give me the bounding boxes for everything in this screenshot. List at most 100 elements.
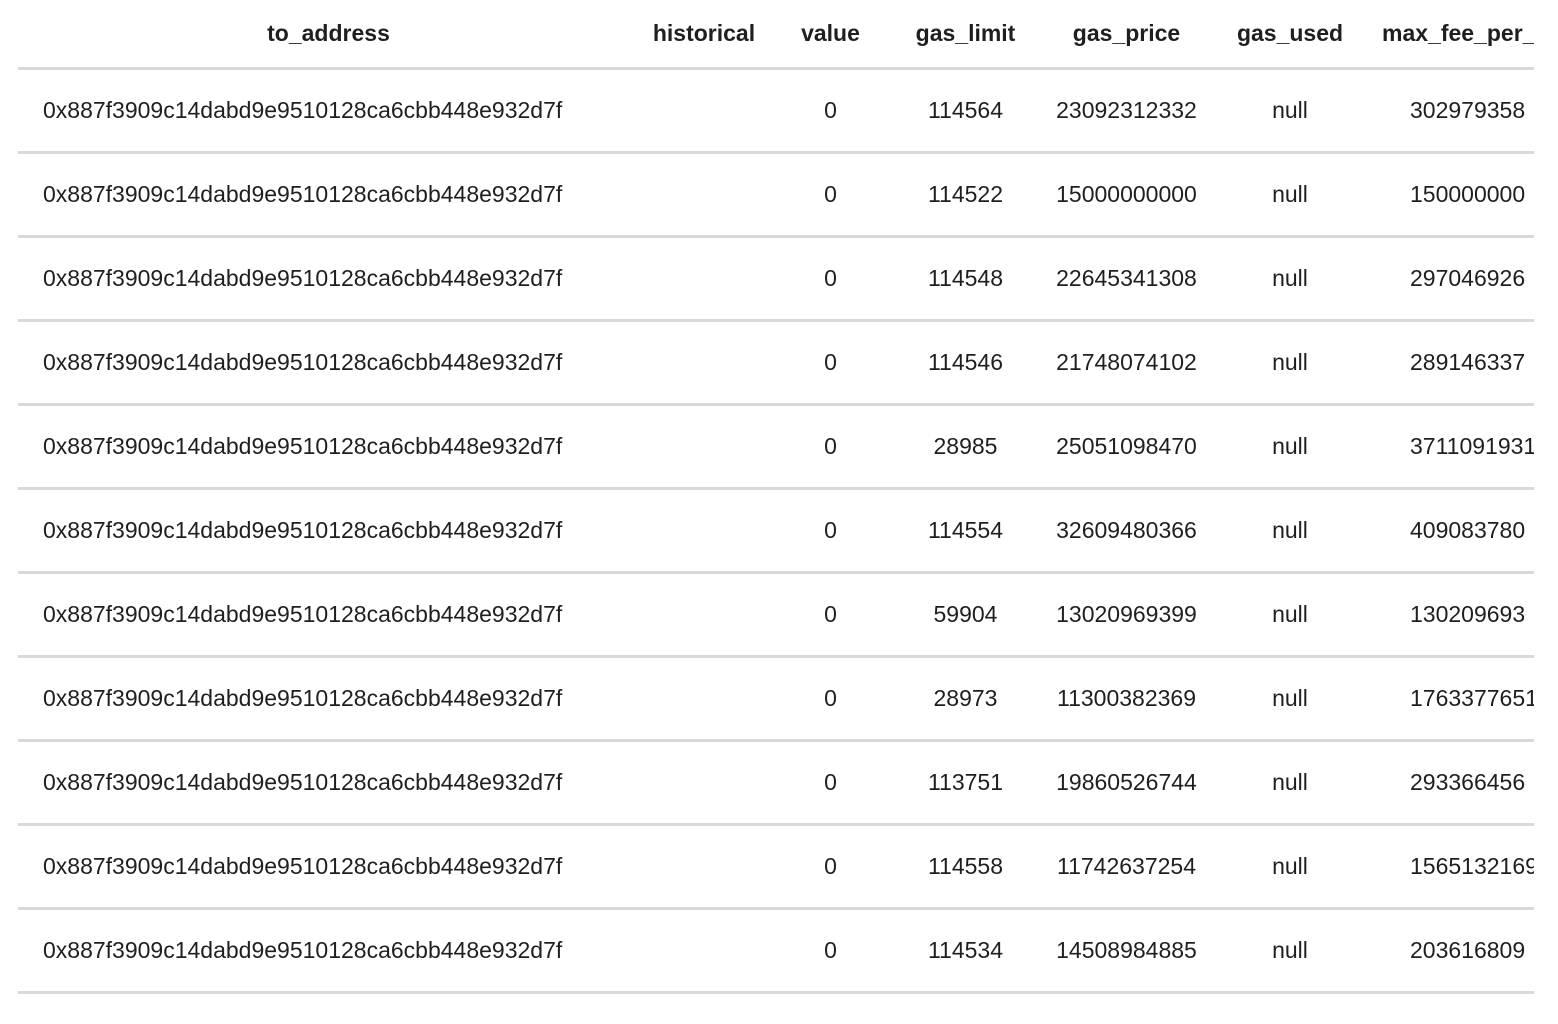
column-header-historical[interactable]: historical [639, 0, 769, 70]
cell-gas-limit: 113751 [892, 740, 1039, 826]
cell-gas-price: 15000000000 [1039, 152, 1214, 238]
cell-gas-price: 21748074102 [1039, 320, 1214, 406]
cell-gas-used: null [1214, 68, 1366, 154]
cell-to-address: 0x887f3909c14dabd9e9510128ca6cbb448e932d… [18, 572, 639, 658]
cell-gas-price: 23092312332 [1039, 68, 1214, 154]
table-row[interactable]: 0x887f3909c14dabd9e9510128ca6cbb448e932d… [18, 68, 1534, 154]
cell-value: 0 [769, 740, 892, 826]
cell-gas-limit: 114554 [892, 488, 1039, 574]
cell-max-fee-per: 1565132169 [1366, 824, 1534, 910]
cell-value: 0 [769, 320, 892, 406]
cell-historical [639, 404, 769, 490]
cell-gas-limit: 28985 [892, 404, 1039, 490]
cell-max-fee-per: 297046926 [1366, 236, 1534, 322]
cell-to-address: 0x887f3909c14dabd9e9510128ca6cbb448e932d… [18, 404, 639, 490]
cell-value: 0 [769, 656, 892, 742]
column-header-value[interactable]: value [769, 0, 892, 70]
cell-gas-price: 11300382369 [1039, 656, 1214, 742]
cell-to-address: 0x887f3909c14dabd9e9510128ca6cbb448e932d… [18, 656, 639, 742]
cell-to-address: 0x887f3909c14dabd9e9510128ca6cbb448e932d… [18, 740, 639, 826]
cell-gas-used: null [1214, 572, 1366, 658]
cell-value: 0 [769, 68, 892, 154]
cell-gas-used: null [1214, 152, 1366, 238]
cell-max-fee-per: 409083780 [1366, 488, 1534, 574]
cell-gas-used: null [1214, 824, 1366, 910]
cell-historical [639, 656, 769, 742]
column-header-gas-price[interactable]: gas_price [1039, 0, 1214, 70]
table-row[interactable]: 0x887f3909c14dabd9e9510128ca6cbb448e932d… [18, 488, 1534, 574]
table-body: 0x887f3909c14dabd9e9510128ca6cbb448e932d… [18, 68, 1534, 994]
cell-gas-limit: 114564 [892, 68, 1039, 154]
cell-gas-price: 19860526744 [1039, 740, 1214, 826]
cell-gas-limit: 114546 [892, 320, 1039, 406]
cell-gas-used: null [1214, 236, 1366, 322]
cell-gas-price: 22645341308 [1039, 236, 1214, 322]
table-row[interactable]: 0x887f3909c14dabd9e9510128ca6cbb448e932d… [18, 824, 1534, 910]
cell-value: 0 [769, 404, 892, 490]
cell-historical [639, 488, 769, 574]
cell-value: 0 [769, 236, 892, 322]
cell-max-fee-per: 203616809 [1366, 908, 1534, 994]
cell-gas-used: null [1214, 320, 1366, 406]
table-header: to_address historical value gas_limit ga… [18, 0, 1534, 70]
cell-max-fee-per: 3711091931 [1366, 404, 1534, 490]
data-table-viewport[interactable]: to_address historical value gas_limit ga… [18, 0, 1534, 1010]
cell-gas-used: null [1214, 404, 1366, 490]
table-row[interactable]: 0x887f3909c14dabd9e9510128ca6cbb448e932d… [18, 656, 1534, 742]
table-row[interactable]: 0x887f3909c14dabd9e9510128ca6cbb448e932d… [18, 236, 1534, 322]
cell-max-fee-per: 293366456 [1366, 740, 1534, 826]
cell-gas-price: 14508984885 [1039, 908, 1214, 994]
cell-gas-price: 25051098470 [1039, 404, 1214, 490]
table-row[interactable]: 0x887f3909c14dabd9e9510128ca6cbb448e932d… [18, 152, 1534, 238]
cell-gas-price: 32609480366 [1039, 488, 1214, 574]
column-header-to-address[interactable]: to_address [18, 0, 639, 70]
header-row: to_address historical value gas_limit ga… [18, 0, 1534, 70]
cell-gas-used: null [1214, 656, 1366, 742]
cell-max-fee-per: 1763377651 [1366, 656, 1534, 742]
cell-gas-limit: 114534 [892, 908, 1039, 994]
cell-historical [639, 152, 769, 238]
cell-historical [639, 320, 769, 406]
table-row[interactable]: 0x887f3909c14dabd9e9510128ca6cbb448e932d… [18, 740, 1534, 826]
table-row[interactable]: 0x887f3909c14dabd9e9510128ca6cbb448e932d… [18, 572, 1534, 658]
cell-historical [639, 68, 769, 154]
cell-to-address: 0x887f3909c14dabd9e9510128ca6cbb448e932d… [18, 236, 639, 322]
cell-to-address: 0x887f3909c14dabd9e9510128ca6cbb448e932d… [18, 488, 639, 574]
cell-to-address: 0x887f3909c14dabd9e9510128ca6cbb448e932d… [18, 68, 639, 154]
table-row[interactable]: 0x887f3909c14dabd9e9510128ca6cbb448e932d… [18, 908, 1534, 994]
cell-gas-price: 11742637254 [1039, 824, 1214, 910]
cell-gas-price: 13020969399 [1039, 572, 1214, 658]
cell-historical [639, 740, 769, 826]
cell-max-fee-per: 130209693 [1366, 572, 1534, 658]
cell-to-address: 0x887f3909c14dabd9e9510128ca6cbb448e932d… [18, 320, 639, 406]
cell-gas-used: null [1214, 488, 1366, 574]
cell-historical [639, 572, 769, 658]
cell-gas-limit: 28973 [892, 656, 1039, 742]
cell-historical [639, 824, 769, 910]
table-row[interactable]: 0x887f3909c14dabd9e9510128ca6cbb448e932d… [18, 404, 1534, 490]
cell-gas-limit: 59904 [892, 572, 1039, 658]
cell-value: 0 [769, 824, 892, 910]
column-header-max-fee-per[interactable]: max_fee_per_ [1366, 0, 1534, 70]
cell-gas-used: null [1214, 908, 1366, 994]
cell-to-address: 0x887f3909c14dabd9e9510128ca6cbb448e932d… [18, 908, 639, 994]
cell-max-fee-per: 150000000 [1366, 152, 1534, 238]
cell-gas-limit: 114548 [892, 236, 1039, 322]
table-row[interactable]: 0x887f3909c14dabd9e9510128ca6cbb448e932d… [18, 320, 1534, 406]
cell-value: 0 [769, 572, 892, 658]
cell-gas-limit: 114558 [892, 824, 1039, 910]
cell-to-address: 0x887f3909c14dabd9e9510128ca6cbb448e932d… [18, 152, 639, 238]
cell-historical [639, 236, 769, 322]
cell-max-fee-per: 289146337 [1366, 320, 1534, 406]
data-table: to_address historical value gas_limit ga… [18, 0, 1534, 994]
cell-gas-limit: 114522 [892, 152, 1039, 238]
column-header-gas-used[interactable]: gas_used [1214, 0, 1366, 70]
cell-historical [639, 908, 769, 994]
cell-value: 0 [769, 152, 892, 238]
cell-value: 0 [769, 908, 892, 994]
column-header-gas-limit[interactable]: gas_limit [892, 0, 1039, 70]
cell-gas-used: null [1214, 740, 1366, 826]
cell-value: 0 [769, 488, 892, 574]
cell-max-fee-per: 302979358 [1366, 68, 1534, 154]
cell-to-address: 0x887f3909c14dabd9e9510128ca6cbb448e932d… [18, 824, 639, 910]
